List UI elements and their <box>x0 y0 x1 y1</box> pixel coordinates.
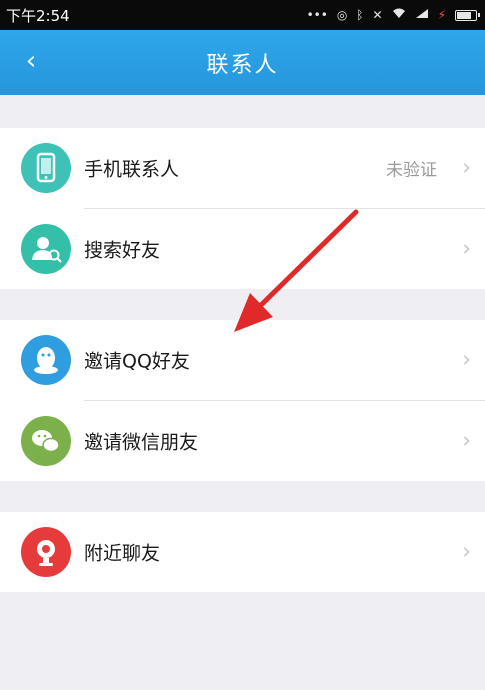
list-item-phone-contacts[interactable]: 手机联系人 未验证 › <box>0 128 485 208</box>
title-bar: ‹ 联系人 <box>0 30 485 95</box>
battery-icon <box>455 9 480 21</box>
list-item-nearby-chat[interactable]: 附近聊友 › <box>0 512 485 592</box>
nearby-location-icon <box>21 527 71 577</box>
section-gap <box>0 480 485 512</box>
search-friends-icon <box>21 224 71 274</box>
item-label: 附近聊友 <box>84 542 161 565</box>
charging-icon: ⚡ <box>437 8 446 22</box>
alarm-icon: ◎ <box>336 8 348 22</box>
status-bar: 下午2:54 ••• ◎ ᛒ ✕ ⚡ <box>0 0 485 30</box>
bluetooth-icon: ᛒ <box>356 8 364 22</box>
item-label: 邀请微信朋友 <box>84 431 199 454</box>
chevron-right-icon: › <box>462 236 471 262</box>
more-dots-icon: ••• <box>306 8 328 22</box>
section-gap <box>0 288 485 320</box>
item-label: 邀请QQ好友 <box>84 350 190 373</box>
wechat-icon <box>21 416 71 466</box>
item-label: 搜索好友 <box>84 239 161 262</box>
list-item-invite-qq[interactable]: 邀请QQ好友 › <box>0 320 485 400</box>
phone-contacts-icon <box>21 143 71 193</box>
list-item-search-friends[interactable]: 搜索好友 › <box>0 209 485 289</box>
section-gap <box>0 95 485 128</box>
chevron-right-icon: › <box>462 539 471 565</box>
chevron-right-icon: › <box>462 155 471 181</box>
page-background <box>0 592 485 690</box>
signal-icon <box>415 8 429 22</box>
verification-status: 未验证 <box>386 160 437 181</box>
item-label: 手机联系人 <box>84 158 180 181</box>
wifi-icon <box>392 8 406 22</box>
page-title: 联系人 <box>206 52 279 78</box>
status-time: 下午2:54 <box>6 6 70 25</box>
mute-icon: ✕ <box>372 8 383 22</box>
chevron-right-icon: › <box>462 347 471 373</box>
chevron-right-icon: › <box>462 428 471 454</box>
list-item-invite-wechat[interactable]: 邀请微信朋友 › <box>0 401 485 481</box>
qq-penguin-icon <box>21 335 71 385</box>
status-icons: ••• ◎ ᛒ ✕ ⚡ <box>306 8 480 22</box>
